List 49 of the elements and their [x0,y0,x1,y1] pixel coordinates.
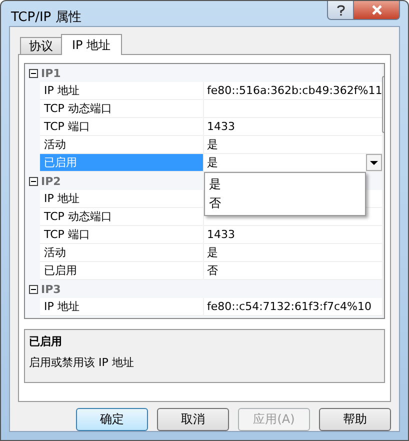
group-header: IP1 [41,66,61,80]
dropdown-option[interactable]: 否 [205,194,365,213]
property-name[interactable]: TCP 动态端口 [40,208,204,226]
value-cell[interactable]: fe80::516a:362b:cb49:362f%11 [204,82,382,100]
property-value: fe80::c54:7132:61f3:f7c4%10 [207,300,372,313]
value-cell[interactable] [204,100,382,118]
collapse-toggle[interactable] [26,284,40,294]
value-cell[interactable]: 1433 [204,118,382,136]
dialog-button[interactable]: 取消 [157,408,229,431]
tab[interactable]: 协议 [20,37,62,54]
property-value: 是 [207,245,218,260]
value-cell[interactable]: fe80::c54:7132:61f3:f7c4%10 [204,298,382,316]
close-button[interactable] [354,1,400,20]
dialog-button[interactable]: 帮助 [319,408,391,431]
caret-icon [370,160,378,164]
value-cell[interactable]: 否 [204,262,382,280]
dropdown-option[interactable]: 是 [205,175,365,194]
property-name[interactable]: TCP 端口 [40,226,204,244]
value-cell[interactable]: 是 [204,136,382,154]
dialog-button[interactable]: 确定 [76,408,148,431]
property-value: 1433 [207,120,235,133]
group-header: IP3 [41,282,61,296]
property-name[interactable]: 活动 [40,136,204,154]
value-cell[interactable]: 1433 [204,226,382,244]
group-header: IP2 [41,174,61,188]
collapse-toggle[interactable] [26,176,40,186]
dropdown-button[interactable] [366,154,382,171]
close-icon [370,5,382,15]
property-value: 1433 [207,228,235,241]
description-title: 已启用 [29,334,63,349]
tab[interactable]: IP 地址 [61,34,122,55]
help-icon [336,4,344,16]
value-cell[interactable]: 是 [204,244,382,262]
collapse-toggle[interactable] [26,68,40,78]
property-value: fe80::516a:362b:cb49:362f%11 [207,84,382,97]
property-name[interactable]: TCP 动态端口 [40,100,204,118]
property-value: 否 [207,263,218,278]
description-text: 启用或禁用该 IP 地址 [29,355,135,370]
property-name[interactable]: IP 地址 [40,82,204,100]
property-name[interactable]: IP 地址 [40,298,204,316]
window-title: TCP/IP 属性 [11,9,82,26]
help-button[interactable] [327,1,354,20]
property-name[interactable]: IP 地址 [40,190,204,208]
property-value: 是 [207,137,218,152]
property-name[interactable]: TCP 端口 [40,118,204,136]
value-cell[interactable]: 是 [204,154,382,172]
property-name[interactable]: 已启用 [40,262,204,280]
property-value: 是 [207,155,218,170]
property-name[interactable]: 活动 [40,244,204,262]
